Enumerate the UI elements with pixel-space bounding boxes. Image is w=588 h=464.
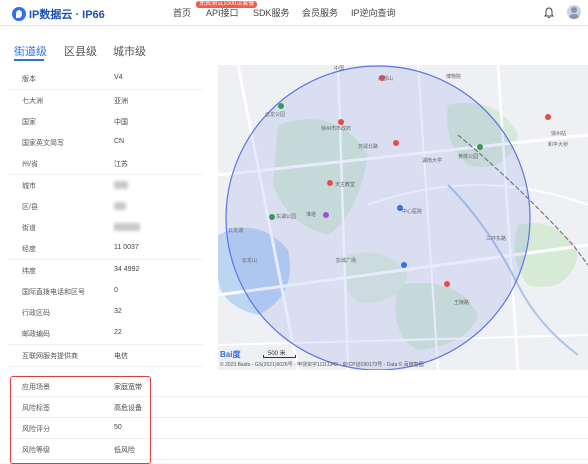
map-label: 彭城广场 bbox=[336, 258, 357, 264]
row-dial-code: 国际直拨电话和区号 0 bbox=[8, 281, 204, 303]
detail-value: 中国 bbox=[114, 119, 128, 126]
map-label: 淮塔 bbox=[306, 212, 317, 218]
row-risk-tag: 风险标签 高危设备 bbox=[8, 397, 588, 418]
detail-key: 区/县 bbox=[22, 204, 38, 211]
row-city: 城市 bbox=[8, 175, 204, 197]
map-label: 湖南大学 bbox=[422, 158, 443, 164]
row-longitude: 经度 11 0037 bbox=[8, 238, 204, 260]
map-label: 黄楼公园 bbox=[458, 154, 479, 160]
detail-key: 城市 bbox=[22, 183, 36, 190]
detail-value: 家庭宽带 bbox=[114, 384, 142, 391]
map-label: 中国 bbox=[334, 66, 345, 72]
detail-value: 亚洲 bbox=[114, 98, 128, 105]
map-label: 云龙公园 bbox=[265, 112, 286, 118]
map-label: 云龙山 bbox=[242, 258, 258, 264]
detail-value: 50 bbox=[114, 424, 122, 431]
active-tab-indicator bbox=[14, 59, 44, 61]
detail-value: 0 bbox=[114, 287, 118, 294]
detail-key: 国家英文简写 bbox=[22, 140, 64, 147]
detail-value: 高危设备 bbox=[114, 405, 142, 412]
detail-key: 街道 bbox=[22, 225, 36, 232]
map-label: 王陵路 bbox=[454, 300, 470, 306]
detail-key: 国家 bbox=[22, 119, 36, 126]
map-label: 云龙湖 bbox=[228, 228, 244, 234]
detail-value: 低风险 bbox=[114, 447, 135, 454]
detail-value: V4 bbox=[114, 74, 123, 81]
map-label: 徐州市市政府 bbox=[321, 126, 352, 132]
nav-membership[interactable]: 会员服务 bbox=[302, 0, 338, 26]
row-continent: 七大洲 亚洲 bbox=[8, 90, 204, 112]
detail-key: 版本 bbox=[22, 76, 36, 83]
tab-street-level[interactable]: 街道级 bbox=[14, 43, 47, 59]
detail-key: 州/省 bbox=[22, 161, 38, 168]
detail-value-redacted bbox=[114, 202, 126, 210]
top-navbar: IP数据云 · IP66 首页 API接口 SDK服务 会员服务 IP逆向查询 … bbox=[0, 0, 588, 26]
row-risk-level: 风险等级 低风险 bbox=[8, 439, 588, 460]
row-country: 国家 中国 bbox=[8, 111, 204, 133]
map-label: 户部山 bbox=[378, 76, 394, 82]
logo-text: IP数据云 · IP66 bbox=[29, 9, 105, 21]
bell-icon[interactable] bbox=[543, 7, 555, 19]
nav-ip-reverse[interactable]: IP逆向查询 bbox=[351, 0, 396, 26]
detail-key: 风险等级 bbox=[22, 447, 50, 454]
map-label: 博物院 bbox=[446, 74, 462, 80]
map-copyright: © 2023 Baidu - GS(2021)6026号 - 甲测资字11111… bbox=[220, 362, 424, 368]
row-usage-scene: 应用场景 家庭宽带 bbox=[8, 376, 588, 397]
detail-key: 国际直拨电话和区号 bbox=[22, 289, 85, 296]
detail-key: 邮政编码 bbox=[22, 331, 50, 338]
location-map[interactable]: 中国 博物院 云龙公园 徐州市市政府 云龙湖 天主教堂 户部山 黄楼公园 东湖公… bbox=[218, 65, 588, 370]
map-label: 苏堤北路 bbox=[358, 144, 379, 150]
detail-key: 行政区码 bbox=[22, 310, 50, 317]
detail-value-redacted bbox=[114, 223, 140, 231]
risk-section: 应用场景 家庭宽带 风险标签 高危设备 风险评分 50 风险等级 低风险 bbox=[0, 372, 588, 463]
detail-value: CN bbox=[114, 138, 125, 145]
detail-value: 32 bbox=[114, 308, 122, 315]
map-label: 三环东路 bbox=[486, 236, 507, 242]
detail-key: 应用场景 bbox=[22, 384, 50, 391]
detail-key: 风险标签 bbox=[22, 405, 50, 412]
promo-badge: 免费测试1000次套餐 bbox=[196, 1, 258, 8]
row-country-code: 国家英文简写 CN bbox=[8, 132, 204, 154]
map-label: 天主教堂 bbox=[335, 182, 356, 188]
row-street: 街道 bbox=[8, 217, 204, 239]
location-pin-icon bbox=[12, 7, 26, 21]
nav-home[interactable]: 首页 bbox=[173, 0, 191, 26]
detail-key: 纬度 bbox=[22, 268, 36, 275]
row-postal-code: 邮政编码 22 bbox=[8, 323, 204, 345]
nav-sdk[interactable]: SDK服务 bbox=[253, 0, 290, 26]
map-label: 徐州站 bbox=[551, 131, 567, 137]
row-admin-code: 行政区码 32 bbox=[8, 302, 204, 324]
detail-value-redacted bbox=[114, 181, 128, 189]
detail-value: 34 4992 bbox=[114, 266, 140, 273]
site-logo[interactable]: IP数据云 · IP66 bbox=[12, 6, 105, 22]
detail-key: 互联网服务提供商 bbox=[22, 353, 78, 360]
detail-key: 风险评分 bbox=[22, 426, 50, 433]
detail-value: 江苏 bbox=[114, 161, 128, 168]
detail-key: 经度 bbox=[22, 246, 36, 253]
map-scale-bar bbox=[263, 355, 296, 358]
baidu-map-logo: Bai度 bbox=[220, 350, 241, 359]
map-label: 和平大桥 bbox=[548, 142, 569, 148]
detail-value: 22 bbox=[114, 329, 122, 336]
row-province: 州/省 江苏 bbox=[8, 153, 204, 175]
tab-city-level[interactable]: 城市级 bbox=[113, 43, 146, 59]
row-risk-score: 风险评分 50 bbox=[8, 418, 588, 439]
detail-key: 七大洲 bbox=[22, 98, 43, 105]
detail-value: 11 0037 bbox=[114, 244, 139, 251]
row-district: 区/县 bbox=[8, 196, 204, 218]
row-latitude: 纬度 34 4992 bbox=[8, 260, 204, 282]
row-isp: 互联网服务提供商 电信 bbox=[8, 345, 204, 367]
map-label: 中心医院 bbox=[402, 209, 423, 215]
tab-district-level[interactable]: 区县级 bbox=[64, 43, 97, 59]
detail-value: 电信 bbox=[114, 353, 128, 360]
avatar[interactable] bbox=[567, 5, 581, 19]
row-version: 版本 V4 bbox=[8, 68, 204, 90]
map-label: 东湖公园 bbox=[276, 214, 297, 220]
